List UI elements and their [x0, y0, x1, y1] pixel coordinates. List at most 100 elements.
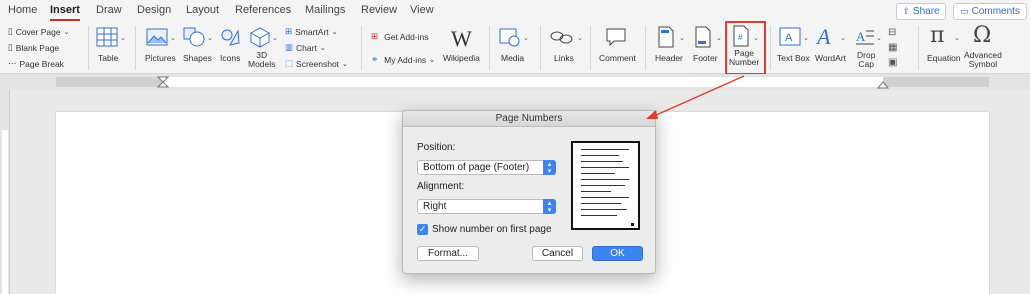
icons-label: Icons: [220, 53, 241, 63]
tab-home[interactable]: Home: [8, 4, 37, 16]
svg-text:A: A: [856, 29, 866, 44]
icons-icon[interactable]: [220, 27, 240, 47]
chevron-down-icon[interactable]: ⌄: [170, 34, 176, 42]
equation-label: Equation: [927, 53, 961, 63]
cover-page-label: Cover Page: [15, 26, 61, 37]
drop-cap-label: Drop Cap: [857, 50, 876, 69]
preview-line: [581, 185, 625, 186]
screenshot-button[interactable]: ⬚ Screenshot ⌄: [285, 58, 348, 69]
screenshot-label: Screenshot: [296, 58, 340, 69]
cover-page-button[interactable]: ▯ Cover Page ⌄: [8, 26, 69, 37]
cube-3d-icon[interactable]: [249, 26, 271, 48]
tab-insert[interactable]: Insert: [50, 4, 80, 16]
cancel-button[interactable]: Cancel: [532, 246, 583, 261]
models-3d-label: 3D Models: [248, 50, 276, 69]
chevron-down-icon[interactable]: ⌄: [803, 34, 809, 42]
chevron-down-icon: ⌄: [429, 56, 436, 64]
comments-label: Comments: [971, 6, 1020, 17]
right-indent-marker-icon[interactable]: [877, 79, 889, 89]
alignment-value: Right: [423, 201, 447, 212]
indent-marker-icon[interactable]: [157, 76, 169, 88]
group-divider: [361, 26, 362, 70]
my-addins-button[interactable]: ⚭ My Add-ins ⌄: [371, 54, 435, 65]
chevron-down-icon[interactable]: ⌄: [577, 34, 583, 42]
preview-line: [581, 191, 611, 192]
alignment-label: Alignment:: [417, 181, 465, 192]
omega-symbol-icon[interactable]: Ω: [973, 23, 991, 48]
wordart-icon[interactable]: A: [817, 24, 830, 50]
page-break-icon: ⋯: [8, 58, 17, 68]
object-icon[interactable]: ▣: [888, 57, 897, 68]
preview-line: [581, 161, 623, 162]
tab-draw[interactable]: Draw: [96, 4, 122, 16]
tab-layout[interactable]: Layout: [186, 4, 219, 16]
get-addins-button[interactable]: ⊞ Get Add-ins: [371, 31, 429, 42]
ribbon-tab-bar: Home Insert Draw Design Layout Reference…: [0, 0, 1030, 22]
advanced-symbol-label: Advanced Symbol: [964, 50, 1002, 69]
comments-button[interactable]: ▭ Comments: [953, 3, 1027, 20]
comment-icon[interactable]: [605, 27, 627, 47]
pi-equation-icon[interactable]: π: [930, 23, 944, 48]
svg-text:A: A: [785, 32, 793, 44]
chevron-down-icon: ⌄: [63, 28, 70, 36]
page-break-button[interactable]: ⋯ Page Break: [8, 58, 64, 69]
screenshot-icon: ⬚: [285, 58, 294, 68]
chevron-down-icon[interactable]: ⌄: [207, 34, 213, 42]
pictures-icon[interactable]: [146, 28, 168, 46]
chevron-down-icon[interactable]: ⌄: [840, 34, 846, 42]
show-first-page-label: Show number on first page: [432, 224, 552, 235]
chevron-down-icon[interactable]: ⌄: [523, 34, 529, 42]
chevron-down-icon[interactable]: ⌄: [954, 34, 960, 42]
share-icon: ⇪: [902, 6, 910, 16]
page-preview: [571, 141, 640, 230]
ok-button[interactable]: OK: [592, 246, 643, 261]
shapes-icon[interactable]: [183, 27, 205, 47]
smartart-button[interactable]: ⊞ SmartArt ⌄: [285, 26, 338, 37]
text-box-icon[interactable]: A: [779, 27, 801, 47]
drop-cap-icon[interactable]: A: [855, 27, 875, 47]
preview-line: [581, 173, 615, 174]
wikipedia-icon[interactable]: W: [451, 26, 472, 52]
wikipedia-label: Wikipedia: [443, 53, 480, 63]
chart-button[interactable]: ▥ Chart ⌄: [285, 42, 326, 53]
tab-mailings[interactable]: Mailings: [305, 4, 345, 16]
chevron-down-icon[interactable]: ⌄: [716, 34, 722, 42]
signature-line-icon[interactable]: ⊟: [888, 27, 896, 38]
comment-label: Comment: [599, 53, 636, 63]
tab-review[interactable]: Review: [361, 4, 397, 16]
preview-line: [581, 179, 629, 180]
media-icon[interactable]: [499, 27, 521, 47]
table-icon[interactable]: [96, 27, 118, 47]
show-first-page-checkbox[interactable]: ✓: [417, 224, 428, 235]
header-icon[interactable]: [657, 26, 675, 48]
alignment-select[interactable]: Right ▴ ▾: [417, 199, 556, 214]
ruler-margin-right: [883, 77, 989, 87]
chevron-down-icon[interactable]: ⌄: [876, 34, 882, 42]
chevron-down-icon: ⌄: [342, 60, 348, 68]
date-time-icon[interactable]: ▦: [888, 42, 897, 53]
tab-references[interactable]: References: [235, 4, 291, 16]
blank-page-button[interactable]: ▯ Blank Page: [8, 42, 59, 53]
group-divider: [645, 26, 646, 70]
vruler-text-area: [2, 130, 8, 294]
group-divider: [590, 26, 591, 70]
position-select[interactable]: Bottom of page (Footer) ▴ ▾: [417, 160, 556, 175]
chevron-down-icon[interactable]: ⌄: [679, 34, 685, 42]
pictures-label: Pictures: [145, 53, 176, 63]
dialog-title: Page Numbers: [403, 111, 655, 127]
footer-icon[interactable]: [694, 26, 712, 48]
preview-line: [581, 203, 621, 204]
chevron-down-icon[interactable]: ⌄: [120, 34, 126, 42]
share-button[interactable]: ⇪ Share: [896, 3, 946, 20]
page-break-label: Page Break: [19, 58, 64, 69]
chevron-down-icon[interactable]: ⌄: [272, 34, 278, 42]
group-divider: [540, 26, 541, 70]
tab-view[interactable]: View: [410, 4, 434, 16]
page-numbers-dialog: Page Numbers Position: Bottom of page (F…: [402, 110, 656, 274]
active-tab-indicator: [50, 19, 80, 21]
format-button[interactable]: Format...: [417, 246, 479, 261]
link-icon[interactable]: [549, 28, 575, 46]
tab-design[interactable]: Design: [137, 4, 171, 16]
group-divider: [135, 26, 136, 70]
get-addins-label: Get Add-ins: [384, 31, 429, 42]
